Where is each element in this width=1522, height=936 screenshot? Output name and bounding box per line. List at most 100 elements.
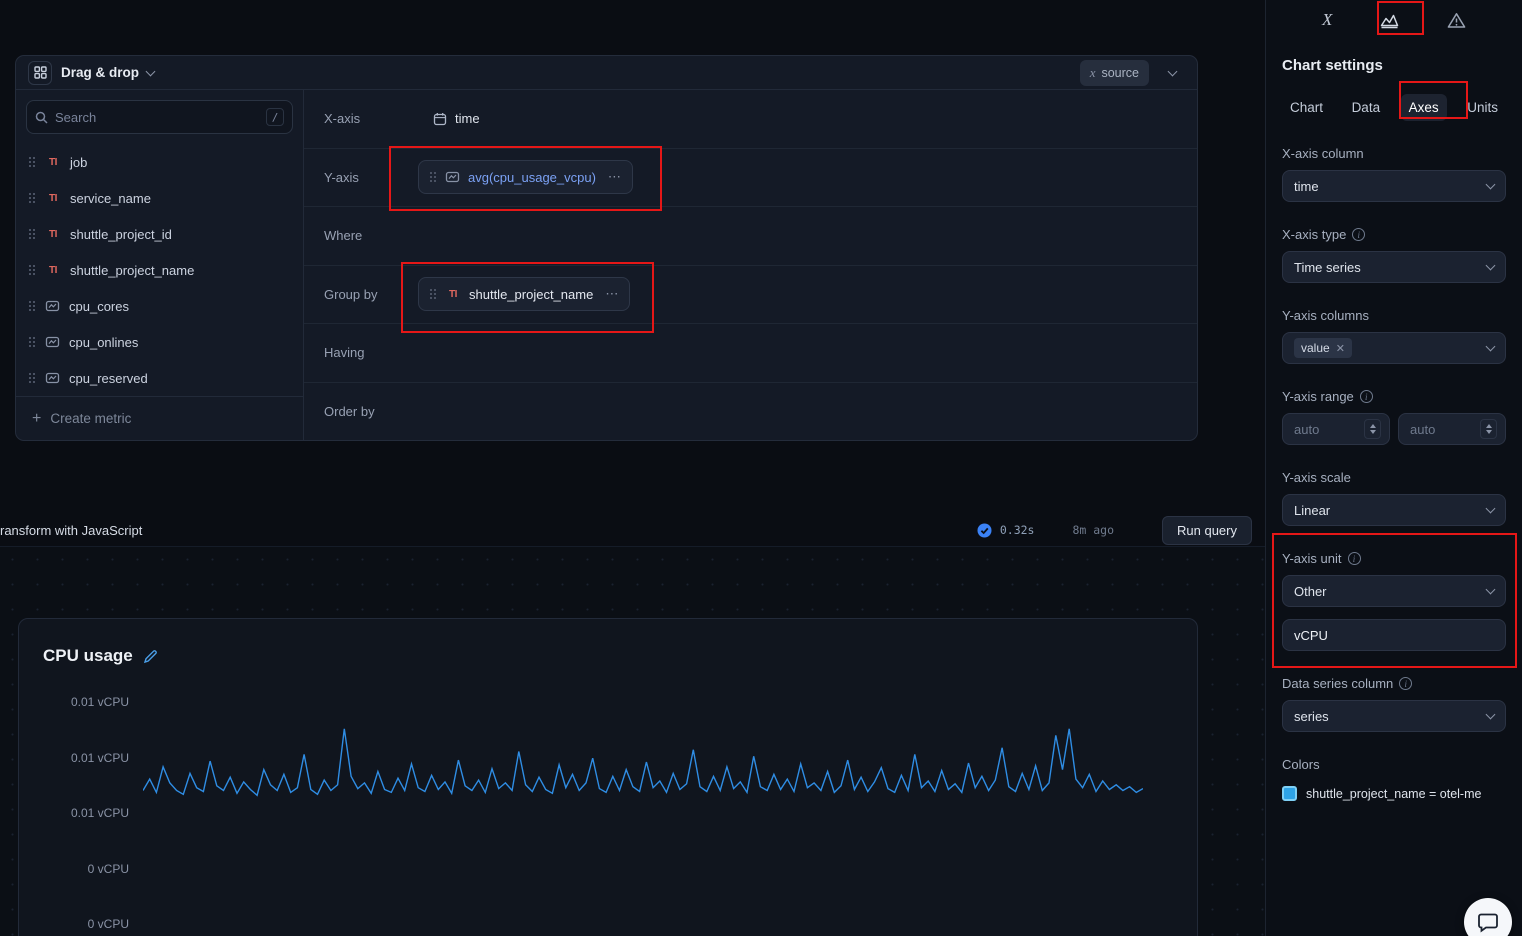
field-item-service-name[interactable]: TI service_name [16, 180, 303, 216]
series-color-swatch[interactable] [1282, 786, 1297, 801]
field-item-cpu-onlines[interactable]: cpu_onlines [16, 324, 303, 360]
field-search[interactable]: Search / [26, 100, 293, 134]
drag-handle-icon[interactable] [28, 228, 36, 240]
drag-handle-icon[interactable] [28, 264, 36, 276]
y-axis-scale-label: Y-axis scale [1282, 470, 1351, 485]
fields-column: Search / TI job TI service_name TI shutt… [16, 90, 304, 440]
row-label: Having [324, 345, 365, 361]
row-label: Where [324, 228, 363, 244]
row-label: Group by [324, 286, 378, 302]
row-label: Y-axis [324, 169, 359, 185]
y-axis-column-tag: value ✕ [1294, 338, 1352, 358]
text-field-icon: TI [49, 192, 57, 204]
info-icon[interactable]: i [1359, 390, 1373, 403]
transform-with-javascript-link[interactable]: ransform with JavaScript [0, 523, 142, 538]
x-axis-column-value: time [1294, 178, 1319, 194]
colors-section-label: Colors [1282, 757, 1320, 772]
app-page: Drag & drop x source Search / TI job TI … [0, 0, 1522, 936]
chart-card[interactable]: CPU usage 0.01 vCPU 0.01 vCPU 0.01 vCPU … [18, 618, 1198, 936]
drag-handle-icon[interactable] [429, 288, 437, 301]
info-icon[interactable]: i [1352, 228, 1366, 241]
query-variable-icon[interactable]: X [1322, 10, 1332, 30]
main-area: Drag & drop x source Search / TI job TI … [0, 0, 1265, 936]
drag-handle-icon[interactable] [28, 156, 36, 168]
info-icon[interactable]: i [1347, 552, 1361, 565]
run-query-button[interactable]: Run query [1162, 515, 1252, 545]
field-item-cpu-cores[interactable]: cpu_cores [16, 288, 303, 324]
drag-handle-icon[interactable] [429, 171, 437, 184]
pill-menu-icon[interactable]: ⋯ [608, 169, 622, 185]
collapse-panel-button[interactable] [1159, 60, 1185, 86]
x-axis-type-value: Time series [1294, 259, 1361, 275]
dashboard-canvas[interactable]: CPU usage 0.01 vCPU 0.01 vCPU 0.01 vCPU … [0, 547, 1265, 936]
field-item-shuttle-project-id[interactable]: TI shuttle_project_id [16, 216, 303, 252]
tab-chart[interactable]: Chart [1282, 94, 1331, 121]
y-axis-scale-select[interactable]: Linear [1282, 494, 1506, 526]
metric-field-icon [445, 170, 460, 184]
y-axis-scale-value: Linear [1294, 502, 1331, 518]
warnings-icon[interactable] [1447, 12, 1466, 29]
create-metric-button[interactable]: + Create metric [16, 396, 303, 440]
y-axis-range-label: Y-axis range i [1282, 389, 1506, 404]
y-axis-max-value: auto [1410, 421, 1436, 437]
field-name: cpu_cores [69, 298, 129, 314]
x-axis-type-select[interactable]: Time series [1282, 251, 1506, 283]
field-item-job[interactable]: TI job [16, 144, 303, 180]
remove-tag-icon[interactable]: ✕ [1336, 342, 1345, 355]
edit-title-pencil-icon[interactable] [143, 649, 158, 664]
field-item-shuttle-project-name[interactable]: TI shuttle_project_name [16, 252, 303, 288]
y-axis-tick-label: 0.01 vCPU [70, 806, 129, 820]
field-name: shuttle_project_id [70, 226, 172, 242]
y-axis-min-input[interactable]: auto [1282, 413, 1390, 445]
query-row-where[interactable]: Where [304, 206, 1197, 265]
query-row-order-by[interactable]: Order by [304, 381, 1197, 441]
series-color-label: shuttle_project_name = otel-me [1306, 786, 1482, 801]
x-axis-value[interactable]: time [433, 111, 480, 126]
search-icon [35, 111, 48, 124]
group-by-pill[interactable]: TI shuttle_project_name ⋯ [418, 277, 631, 312]
info-icon[interactable]: i [1399, 677, 1413, 690]
text-field-icon: TI [49, 264, 57, 276]
custom-unit-input[interactable] [1282, 619, 1506, 651]
stepper-icon[interactable] [1364, 419, 1381, 439]
settings-heading: Chart settings [1282, 57, 1383, 74]
data-series-column-value: series [1294, 708, 1329, 724]
builder-mode-title[interactable]: Drag & drop [61, 65, 139, 80]
settings-tabs: Chart Data Axes Units [1282, 94, 1506, 121]
drag-handle-icon[interactable] [28, 372, 36, 384]
query-row-y-axis: Y-axis avg(cpu_usage_vcpu) ⋯ [304, 147, 1197, 207]
y-axis-unit-select[interactable]: Other [1282, 575, 1506, 607]
drag-handle-icon[interactable] [28, 300, 36, 312]
search-input[interactable]: Search [55, 110, 259, 125]
stepper-icon[interactable] [1480, 419, 1497, 439]
tab-data[interactable]: Data [1344, 94, 1389, 121]
source-button[interactable]: x source [1079, 59, 1149, 86]
field-item-cpu-reserved[interactable]: cpu_reserved [16, 360, 303, 396]
field-name: job [70, 154, 88, 170]
y-axis-range-controls: auto auto [1282, 413, 1506, 445]
tab-axes[interactable]: Axes [1400, 94, 1447, 121]
chevron-down-icon[interactable] [145, 66, 156, 76]
y-axis-pill[interactable]: avg(cpu_usage_vcpu) ⋯ [418, 160, 633, 195]
field-name: shuttle_project_name [70, 262, 195, 278]
chevron-down-icon [1485, 709, 1496, 720]
drag-handle-icon[interactable] [28, 192, 36, 204]
chart-settings-panel: X Chart settings Chart Data Axes Units X… [1265, 0, 1522, 936]
y-axis-tick-label: 0.01 vCPU [70, 751, 129, 765]
query-row-having[interactable]: Having [304, 323, 1197, 382]
y-axis-max-input[interactable]: auto [1398, 413, 1506, 445]
query-rows: X-axis time Y-axis avg(cpu_usage_vcpu) ⋯… [304, 90, 1197, 440]
x-axis-column-select[interactable]: time [1282, 170, 1506, 202]
y-axis-columns-select[interactable]: value ✕ [1282, 332, 1506, 364]
query-row-group-by: Group by TI shuttle_project_name ⋯ [304, 264, 1197, 324]
chart-type-icon[interactable] [1380, 12, 1399, 29]
x-axis-column-label: X-axis column [1282, 146, 1364, 161]
search-shortcut-badge: / [266, 108, 284, 126]
pill-menu-icon[interactable]: ⋯ [605, 286, 619, 302]
metric-field-icon [45, 299, 60, 313]
x-axis-type-label: X-axis type i [1282, 227, 1506, 242]
drag-handle-icon[interactable] [28, 336, 36, 348]
tab-units[interactable]: Units [1459, 94, 1506, 121]
group-by-field-label: shuttle_project_name [469, 286, 594, 302]
data-series-column-select[interactable]: series [1282, 700, 1506, 732]
